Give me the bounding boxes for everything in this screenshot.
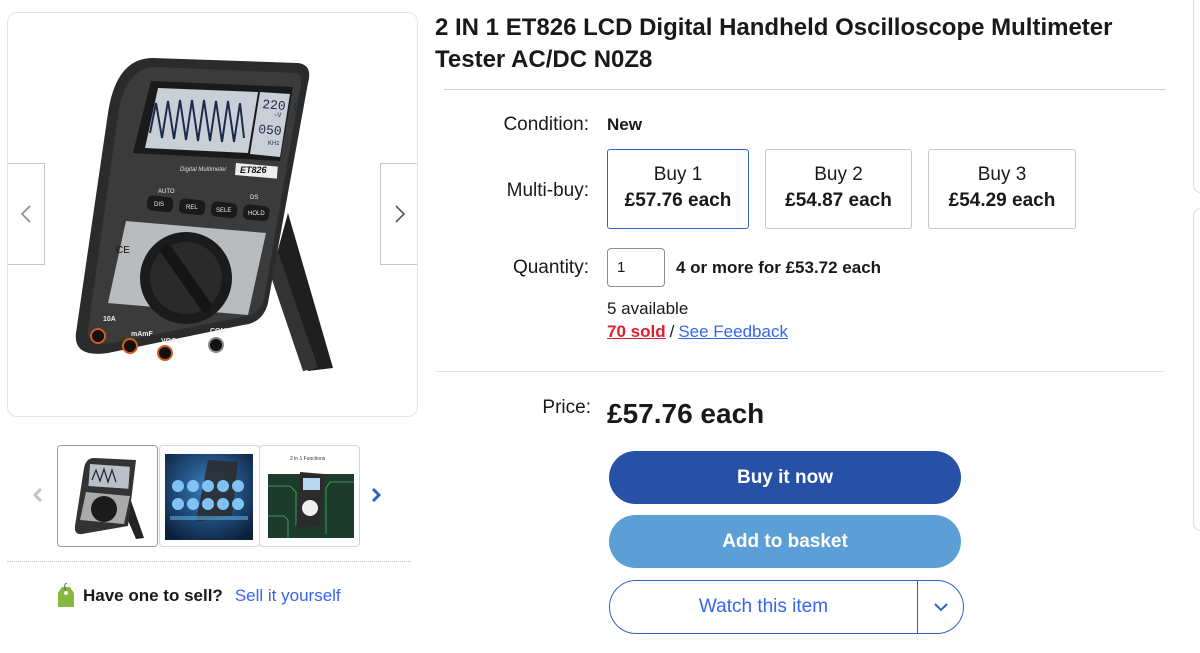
divider xyxy=(7,561,411,562)
multibuy-option-price: £54.87 each xyxy=(785,190,892,211)
add-to-basket-button[interactable]: Add to basket xyxy=(609,515,961,568)
condition-label: Condition: xyxy=(503,114,589,135)
thumbnail-3[interactable]: 2 in 1 Functions xyxy=(259,445,360,547)
svg-text:CE: CE xyxy=(116,245,130,256)
sold-count-link[interactable]: 70 sold xyxy=(607,322,666,341)
svg-text:HOLD: HOLD xyxy=(248,211,265,217)
quantity-label: Quantity: xyxy=(512,257,589,278)
multibuy-label: Multi-buy: xyxy=(506,180,589,201)
svg-text:2 in 1 Functions: 2 in 1 Functions xyxy=(290,456,326,462)
sold-row: 70 sold / See Feedback xyxy=(607,322,788,342)
price-tag-icon xyxy=(58,583,74,607)
chevron-right-icon xyxy=(371,488,381,502)
svg-text:DS: DS xyxy=(250,195,258,201)
chevron-left-icon xyxy=(33,488,43,502)
thumbnail-1[interactable] xyxy=(57,445,158,547)
svg-text:Digital Multimeter: Digital Multimeter xyxy=(180,167,227,173)
svg-text:ET826: ET826 xyxy=(240,165,268,175)
svg-text:AUTO: AUTO xyxy=(158,189,175,195)
multibuy-option-price: £54.29 each xyxy=(948,190,1056,211)
svg-text:VΩCap: VΩCap xyxy=(161,338,185,345)
bulk-offer: 4 or more for £53.72 each xyxy=(676,258,882,277)
see-feedback-link[interactable]: See Feedback xyxy=(678,322,788,341)
condition-value: New xyxy=(607,115,642,134)
sell-promo: Have one to sell? Sell it yourself xyxy=(57,583,341,609)
svg-text:10A: 10A xyxy=(103,316,116,323)
multibuy-option-2[interactable]: Buy 2 £54.87 each xyxy=(765,149,912,229)
multibuy-option-3[interactable]: Buy 3 £54.29 each xyxy=(928,149,1076,229)
watch-button-group: Watch this item xyxy=(609,580,964,634)
watch-item-button[interactable]: Watch this item xyxy=(610,581,917,633)
thumbnail-multimeter-image xyxy=(58,446,157,546)
svg-text:~V: ~V xyxy=(274,113,282,119)
svg-text:REL: REL xyxy=(186,205,198,211)
svg-text:DIS: DIS xyxy=(154,202,164,208)
listing-title: 2 IN 1 ET826 LCD Digital Handheld Oscill… xyxy=(435,14,1113,73)
price-value: £57.76 each xyxy=(607,398,765,429)
next-image-button[interactable] xyxy=(380,163,417,265)
watch-dropdown-button[interactable] xyxy=(917,581,963,633)
chevron-down-icon xyxy=(933,603,948,612)
svg-text:COM: COM xyxy=(210,328,227,335)
svg-text:SELE: SELE xyxy=(216,208,231,214)
multibuy-option-name: Buy 1 xyxy=(653,164,703,185)
chevron-left-icon xyxy=(20,205,31,223)
side-panel-edge xyxy=(1193,0,1200,193)
thumbnail-next-button[interactable] xyxy=(368,483,384,507)
buy-it-now-button[interactable]: Buy it now xyxy=(609,451,961,504)
multibuy-option-1[interactable]: Buy 1 £57.76 each xyxy=(607,149,749,229)
svg-text:KHz: KHz xyxy=(268,141,279,147)
multibuy-option-price: £57.76 each xyxy=(624,190,732,211)
quantity-input[interactable] xyxy=(607,248,665,287)
thumbnail-circuit-image: 2 in 1 Functions xyxy=(260,446,359,546)
multibuy-option-name: Buy 3 xyxy=(977,164,1027,185)
side-panel-edge xyxy=(1193,208,1200,531)
chevron-right-icon xyxy=(394,205,405,223)
available-count: 5 available xyxy=(607,299,689,318)
sell-it-yourself-link[interactable]: Sell it yourself xyxy=(235,586,341,606)
price-label: Price: xyxy=(542,397,591,418)
sell-question: Have one to sell? xyxy=(83,586,223,605)
multimeter-image: 220.0 ~V 050 KHz Digital Multimeter ET82… xyxy=(75,58,333,371)
divider xyxy=(436,371,1164,372)
thumbnail-strip: 2 in 1 Functions xyxy=(30,445,390,547)
divider xyxy=(444,89,1166,90)
previous-image-button[interactable] xyxy=(8,163,45,265)
multibuy-option-name: Buy 2 xyxy=(814,164,863,185)
separator: / xyxy=(669,322,675,341)
main-product-image[interactable]: 220.0 ~V 050 KHz Digital Multimeter ET82… xyxy=(7,12,418,417)
thumbnail-features-image xyxy=(165,454,253,540)
thumbnail-2[interactable] xyxy=(159,445,260,547)
thumbnail-prev-button[interactable] xyxy=(30,483,46,507)
svg-text:050: 050 xyxy=(258,122,283,139)
svg-text:mAmF: mAmF xyxy=(131,331,154,338)
